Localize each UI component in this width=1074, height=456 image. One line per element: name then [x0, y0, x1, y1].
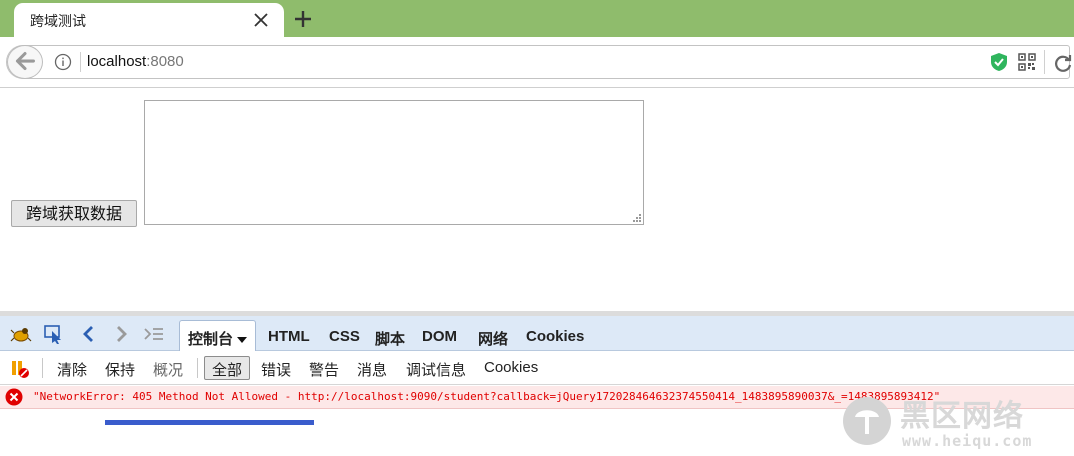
devtools-toolbar: 控制台 HTML CSS 脚本 DOM 网络 Cookies: [0, 316, 1074, 352]
security-shield-icon[interactable]: [990, 52, 1008, 72]
error-message: "NetworkError: 405 Method Not Allowed - …: [33, 390, 941, 403]
console-filter-bar: 清除 保持 概况 全部 错误 警告 消息 调试信息 Cookies: [0, 351, 1074, 385]
error-icon: [5, 388, 23, 406]
forward-chevron-icon[interactable]: [110, 323, 132, 345]
back-button[interactable]: [7, 45, 43, 79]
inspect-element-icon[interactable]: [43, 323, 65, 345]
site-info-icon[interactable]: [54, 53, 72, 71]
back-chevron-icon[interactable]: [78, 323, 100, 345]
tab-script[interactable]: 脚本: [375, 328, 405, 349]
tab-network[interactable]: 网络: [478, 328, 508, 349]
filter-info[interactable]: 消息: [357, 359, 387, 380]
scroll-indicator-bar: [105, 420, 314, 425]
result-textarea[interactable]: [144, 100, 644, 225]
filter-divider: [42, 358, 43, 378]
chevron-down-icon: [237, 337, 248, 343]
filter-divider: [197, 358, 198, 378]
filter-all[interactable]: 全部: [204, 356, 251, 380]
tab-console-label: 控制台: [188, 331, 234, 348]
profile-button[interactable]: 概况: [153, 359, 183, 380]
tab-console[interactable]: 控制台: [179, 320, 257, 352]
browser-tab-active[interactable]: 跨域测试: [14, 3, 284, 37]
browser-tab-strip: 跨域测试: [0, 0, 1074, 37]
resize-grip-icon[interactable]: [631, 212, 641, 222]
filter-errors[interactable]: 错误: [261, 359, 291, 380]
qr-code-icon[interactable]: [1018, 53, 1036, 71]
back-arrow-icon: [15, 52, 35, 71]
close-tab-icon[interactable]: [252, 11, 270, 29]
firebug-bug-icon[interactable]: [10, 323, 32, 345]
reload-icon[interactable]: [1052, 52, 1074, 74]
persist-button[interactable]: 保持: [105, 359, 135, 380]
pause-on-error-icon[interactable]: [10, 358, 32, 380]
url-divider: [80, 52, 81, 72]
navigation-toolbar: localhost:8080: [0, 37, 1074, 88]
filter-cookies[interactable]: Cookies: [484, 359, 538, 376]
command-line-icon[interactable]: [143, 323, 165, 345]
watermark-logo-icon: [843, 397, 891, 445]
watermark-title: 黑区网络: [900, 399, 1024, 434]
filter-debug-info[interactable]: 调试信息: [406, 359, 466, 380]
tab-dom[interactable]: DOM: [422, 328, 457, 345]
tab-html[interactable]: HTML: [268, 328, 310, 345]
url-text[interactable]: localhost:8080: [87, 53, 184, 70]
cross-domain-fetch-button[interactable]: 跨域获取数据: [11, 200, 137, 227]
reload-divider: [1044, 50, 1045, 74]
filter-warnings[interactable]: 警告: [309, 359, 339, 380]
url-bar[interactable]: localhost:8080: [6, 45, 1072, 79]
watermark: 黑区网络 www.heiqu.com: [838, 388, 1068, 454]
watermark-url: www.heiqu.com: [902, 432, 1033, 450]
url-port: :8080: [146, 53, 184, 70]
tab-css[interactable]: CSS: [329, 328, 360, 345]
new-tab-plus-icon[interactable]: [292, 8, 314, 30]
tab-cookies[interactable]: Cookies: [526, 328, 584, 345]
url-host: localhost: [87, 53, 147, 70]
tab-title: 跨域测试: [30, 13, 86, 29]
clear-button[interactable]: 清除: [57, 359, 87, 380]
